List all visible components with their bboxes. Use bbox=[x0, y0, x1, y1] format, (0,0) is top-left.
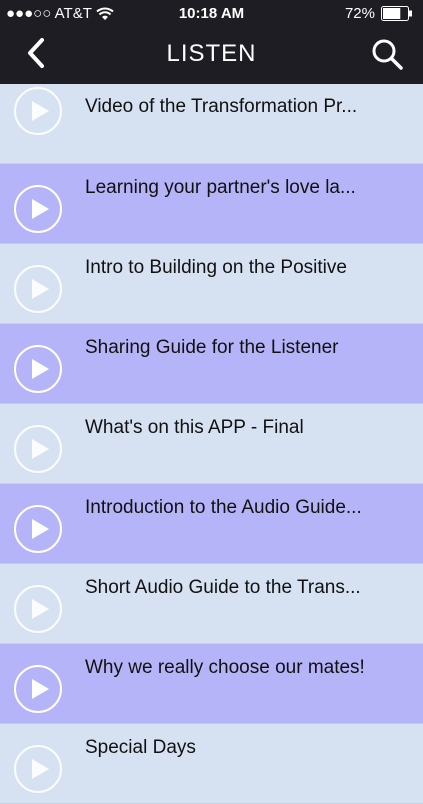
play-icon[interactable] bbox=[13, 344, 63, 394]
audio-list: Video of the Transformation Pr... Learnin… bbox=[0, 84, 423, 804]
list-item-title: Introduction to the Audio Guide... bbox=[85, 497, 362, 518]
list-item[interactable]: Why we really choose our mates! bbox=[0, 644, 423, 724]
play-icon[interactable] bbox=[13, 504, 63, 554]
list-item-title: Learning your partner's love la... bbox=[85, 177, 356, 198]
list-item-title: Special Days bbox=[85, 737, 196, 758]
list-item[interactable]: Sharing Guide for the Listener bbox=[0, 324, 423, 404]
list-item-title: What's on this APP - Final bbox=[85, 417, 304, 438]
list-item-title: Intro to Building on the Positive bbox=[85, 257, 347, 278]
list-item[interactable]: Special Days bbox=[0, 724, 423, 804]
play-icon[interactable] bbox=[13, 264, 63, 314]
play-icon[interactable] bbox=[13, 424, 63, 474]
play-icon[interactable] bbox=[13, 584, 63, 634]
battery-status: 72% bbox=[345, 5, 413, 22]
list-item-title: Sharing Guide for the Listener bbox=[85, 337, 339, 358]
list-item[interactable]: What's on this APP - Final bbox=[0, 404, 423, 484]
list-item[interactable]: Intro to Building on the Positive bbox=[0, 244, 423, 324]
play-icon[interactable] bbox=[13, 744, 63, 794]
list-item[interactable]: Short Audio Guide to the Trans... bbox=[0, 564, 423, 644]
list-item[interactable]: Introduction to the Audio Guide... bbox=[0, 484, 423, 564]
search-icon[interactable] bbox=[369, 36, 405, 72]
list-item[interactable]: Video of the Transformation Pr... bbox=[0, 84, 423, 164]
list-item-title: Video of the Transformation Pr... bbox=[85, 96, 358, 117]
play-icon[interactable] bbox=[13, 184, 63, 234]
play-icon[interactable] bbox=[13, 664, 63, 714]
play-icon[interactable] bbox=[13, 86, 63, 136]
list-item-title: Why we really choose our mates! bbox=[85, 657, 365, 678]
battery-percent: 72% bbox=[344, 5, 375, 22]
list-item-title: Short Audio Guide to the Trans... bbox=[85, 577, 361, 598]
status-bar: ●●●○○ AT&T 10:18 AM 72% bbox=[0, 0, 423, 30]
page-title: LISTEN bbox=[166, 40, 257, 67]
list-item[interactable]: Learning your partner's love la... bbox=[0, 164, 423, 244]
app-header: ●●●○○ AT&T 10:18 AM 72% LISTEN bbox=[0, 0, 423, 84]
battery-icon bbox=[381, 6, 412, 21]
